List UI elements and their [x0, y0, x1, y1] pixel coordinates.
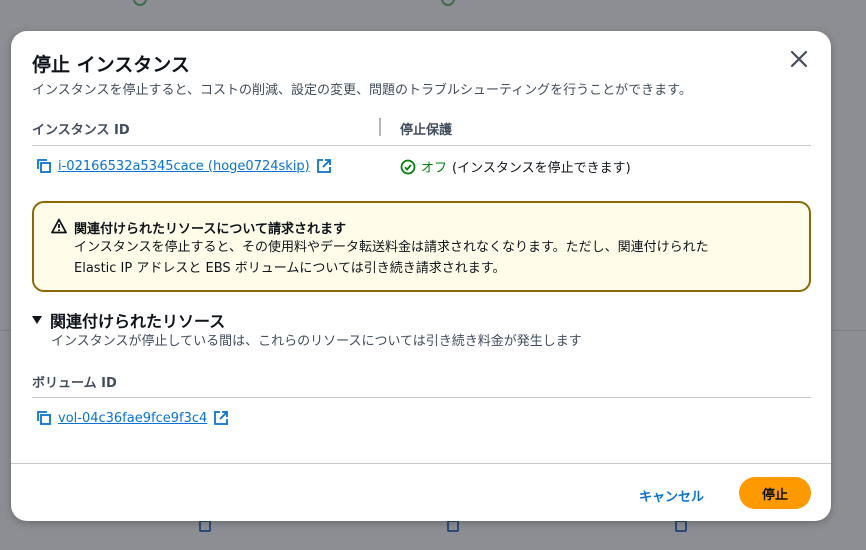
- check-circle-icon: [400, 159, 416, 174]
- cancel-button[interactable]: キャンセル: [629, 482, 714, 512]
- background-copy-icon: [675, 520, 687, 532]
- footer-divider: [11, 463, 831, 464]
- stop-instance-modal: 停止 インスタンス インスタンスを停止すると、コストの削減、設定の変更、問題のト…: [11, 31, 831, 521]
- caret-down-icon: [32, 316, 42, 324]
- modal-description: インスタンスを停止すると、コストの削減、設定の変更、問題のトラブルシューティング…: [32, 83, 692, 98]
- external-link-icon[interactable]: [213, 410, 229, 426]
- volume-id-link[interactable]: vol-04c36fae9fce9f3c4: [58, 411, 207, 426]
- copy-icon[interactable]: [36, 410, 52, 426]
- instance-id-link[interactable]: i-02166532a5345cace (hoge0724skip): [58, 159, 310, 174]
- instance-id-column-header: インスタンス ID: [32, 123, 130, 138]
- volume-header-divider: [32, 397, 811, 398]
- protection-note: (インスタンスを停止できます): [452, 161, 631, 176]
- related-resources-toggle[interactable]: 関連付けられたリソース: [32, 308, 225, 332]
- stop-button[interactable]: 停止: [739, 477, 811, 509]
- background-copy-icon: [199, 520, 211, 532]
- volume-id-column-header: ボリューム ID: [32, 376, 117, 391]
- warning-body-line: Elastic IP アドレスと EBS ボリュームについては引き続き請求されま…: [74, 261, 506, 276]
- protection-off-label: オフ: [421, 161, 448, 176]
- warning-body: インスタンスを停止すると、その使用料やデータ転送料金は請求されなくなります。ただ…: [74, 237, 794, 279]
- billing-warning-alert: 関連付けられたリソースについて請求されます インスタンスを停止すると、その使用料…: [32, 201, 811, 292]
- warning-title: 関連付けられたリソースについて請求されます: [74, 222, 346, 237]
- close-icon: [790, 50, 808, 68]
- instance-id-cell: i-02166532a5345cace (hoge0724skip): [36, 158, 332, 174]
- related-resources-description: インスタンスが停止している間は、これらのリソースについては引き続き料金が発生しま…: [51, 334, 582, 349]
- modal-title: 停止 インスタンス: [32, 54, 190, 76]
- close-button[interactable]: [787, 47, 811, 71]
- stop-protection-column-header: 停止保護: [400, 123, 453, 138]
- stop-protection-status: オフ (インスタンスを停止できます): [400, 157, 631, 176]
- table-header-divider: [32, 145, 811, 146]
- column-divider: [379, 118, 381, 136]
- warning-body-line: インスタンスを停止すると、その使用料やデータ転送料金は請求されなくなります。ただ…: [74, 240, 709, 255]
- copy-icon[interactable]: [36, 158, 52, 174]
- background-top-strip: [0, 0, 866, 30]
- volume-id-cell: vol-04c36fae9fce9f3c4: [36, 410, 229, 426]
- warning-icon: [51, 218, 67, 234]
- background-copy-icon: [447, 520, 459, 532]
- related-resources-title: 関連付けられたリソース: [50, 312, 226, 331]
- external-link-icon[interactable]: [316, 158, 332, 174]
